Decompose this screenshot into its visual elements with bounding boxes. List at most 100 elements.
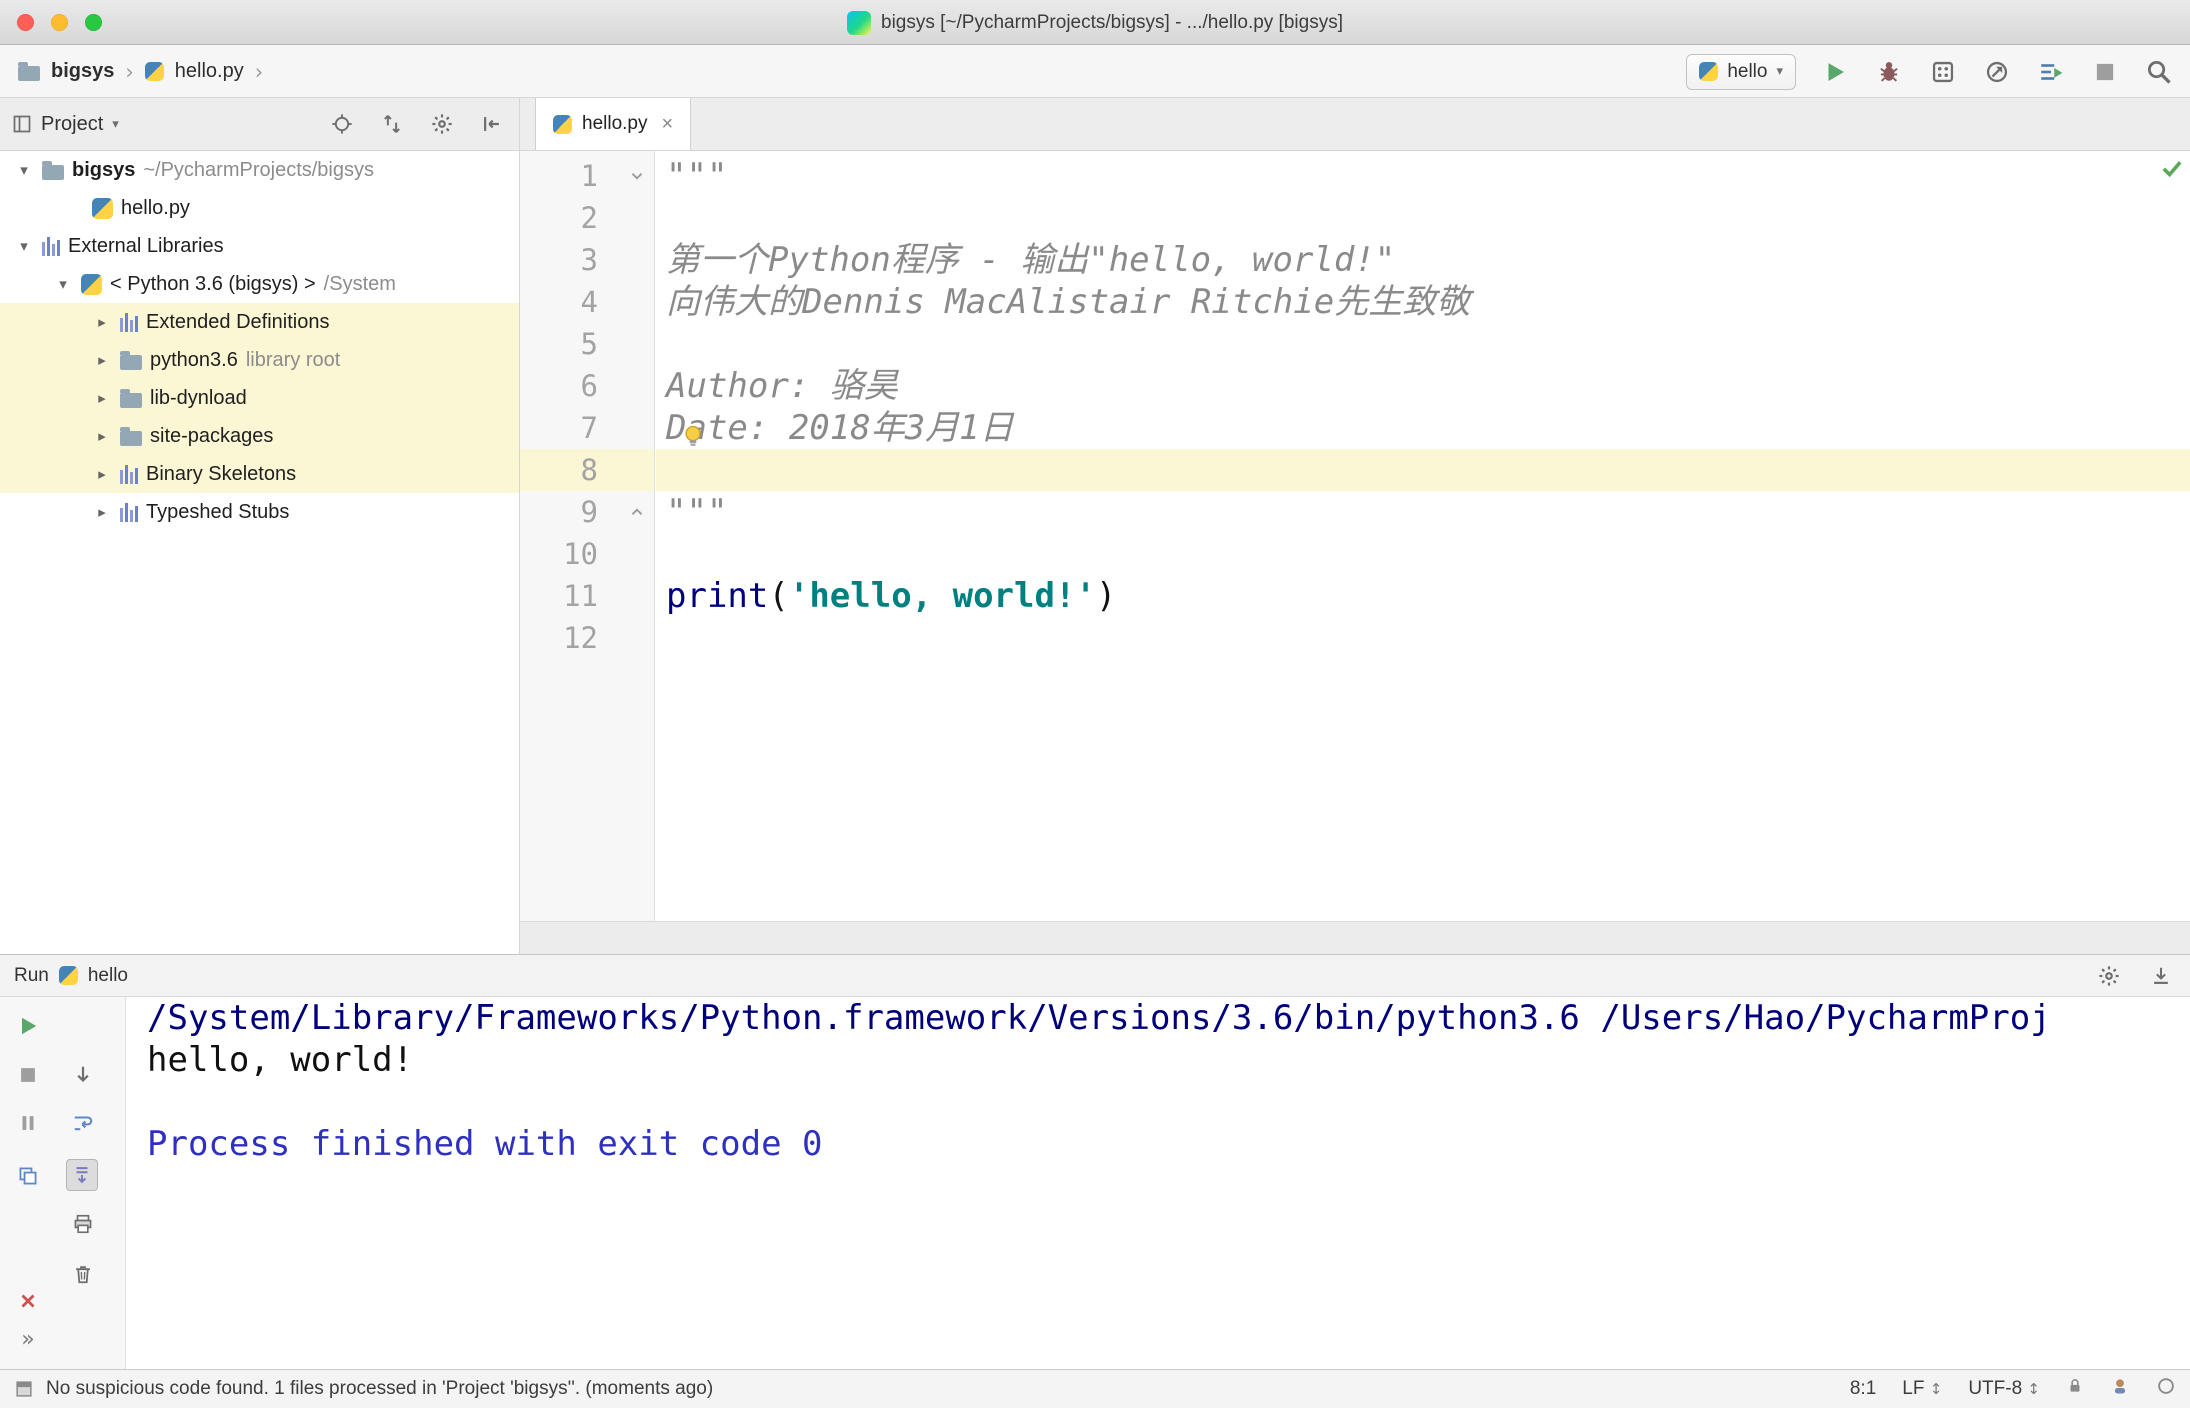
- inspections-ok-check-icon[interactable]: [2159, 155, 2185, 181]
- tree-item-python3-6[interactable]: ▸ python3.6 library root: [0, 341, 519, 379]
- concurrency-diagram-button[interactable]: [2036, 57, 2066, 87]
- coverage-button[interactable]: [1928, 57, 1958, 87]
- toolwindow-access-icon[interactable]: [14, 1379, 34, 1399]
- stop-button[interactable]: [2090, 57, 2120, 87]
- folder-icon: [120, 350, 142, 370]
- run-config-selector[interactable]: hello ▾: [1686, 53, 1796, 90]
- chevron-right-icon[interactable]: ▸: [92, 351, 112, 369]
- code-line[interactable]: [656, 449, 2190, 491]
- code-line[interactable]: """: [656, 155, 2190, 197]
- write-access-lock-icon[interactable]: [2066, 1377, 2084, 1401]
- soft-wrap-button[interactable]: [68, 1108, 98, 1138]
- line-number[interactable]: 8: [520, 449, 654, 491]
- fold-region-start-icon[interactable]: [628, 167, 646, 185]
- code-line[interactable]: [656, 533, 2190, 575]
- chevron-down-icon[interactable]: ▾: [53, 275, 73, 293]
- settings-gear-button[interactable]: [427, 109, 457, 139]
- code-line[interactable]: Date: 2018年3月1日: [656, 407, 2190, 449]
- navigation-bar: bigsys › hello.py › hello ▾: [0, 45, 2190, 98]
- chevron-right-icon[interactable]: ▸: [92, 389, 112, 407]
- tab-hello-py[interactable]: hello.py ×: [535, 98, 692, 150]
- profiler-button[interactable]: [1982, 57, 2012, 87]
- code-line[interactable]: """: [656, 491, 2190, 533]
- chevron-right-icon[interactable]: ▸: [92, 465, 112, 483]
- hide-panel-button[interactable]: [477, 109, 507, 139]
- tree-item-python-3-6-bigsys[interactable]: ▾ < Python 3.6 (bigsys) > /System: [0, 265, 519, 303]
- print-button[interactable]: [68, 1209, 98, 1239]
- chevron-down-icon[interactable]: ▾: [14, 161, 34, 179]
- chevron-right-icon[interactable]: ▸: [92, 313, 112, 331]
- line-number[interactable]: 3: [520, 239, 654, 281]
- tree-item-bigsys[interactable]: ▾ bigsys ~/PycharmProjects/bigsys: [0, 151, 519, 189]
- tree-item-site-packages[interactable]: ▸ site-packages: [0, 417, 519, 455]
- code-line[interactable]: [656, 197, 2190, 239]
- tree-item-binary-skeletons[interactable]: ▸ Binary Skeletons: [0, 455, 519, 493]
- breadcrumb-project[interactable]: bigsys: [51, 60, 114, 83]
- line-number[interactable]: 12: [520, 617, 654, 659]
- line-number[interactable]: 5: [520, 323, 654, 365]
- run-settings-gear-button[interactable]: [2094, 961, 2124, 991]
- chevron-down-icon[interactable]: ▾: [14, 237, 34, 255]
- expand-collapse-button[interactable]: [377, 109, 407, 139]
- code-line[interactable]: [656, 617, 2190, 659]
- intention-bulb-icon[interactable]: [680, 423, 706, 449]
- code-segment: 向伟大的Dennis MacAlistair Ritchie先生致敬: [666, 282, 1471, 322]
- editor[interactable]: 1 2 3 4 5 6 7 8 9 10 11 12 """ 第一个Python程序 - 输出"hel…: [520, 151, 2190, 921]
- breadcrumb-separator-icon: ›: [254, 59, 264, 84]
- line-number[interactable]: 2: [520, 197, 654, 239]
- fold-region-end-icon[interactable]: [628, 503, 646, 521]
- encoding-widget[interactable]: UTF-8 ↕: [1968, 1378, 2040, 1400]
- tree-item-extended-definitions[interactable]: ▸ Extended Definitions: [0, 303, 519, 341]
- pause-output-button[interactable]: [13, 1108, 43, 1138]
- library-icon: [42, 236, 60, 256]
- chevron-right-icon[interactable]: ▸: [92, 427, 112, 445]
- step-down-button[interactable]: [68, 1060, 98, 1090]
- line-number[interactable]: 7: [520, 407, 654, 449]
- line-separator-widget[interactable]: LF ↕: [1902, 1378, 1942, 1400]
- tree-item-external-libraries[interactable]: ▾ External Libraries: [0, 227, 519, 265]
- debug-button[interactable]: [1874, 57, 1904, 87]
- more-actions-chevron[interactable]: »: [13, 1324, 43, 1354]
- locate-file-button[interactable]: [327, 109, 357, 139]
- rerun-button[interactable]: [13, 1011, 43, 1041]
- line-number[interactable]: 4: [520, 281, 654, 323]
- code-line[interactable]: 第一个Python程序 - 输出"hello, world!": [656, 239, 2190, 281]
- console-output[interactable]: /System/Library/Frameworks/Python.framew…: [127, 997, 2190, 1369]
- main-toolbar: hello ▾: [1686, 45, 2174, 98]
- stop-console-button[interactable]: [13, 1060, 43, 1090]
- line-number[interactable]: 11: [520, 575, 654, 617]
- run-button[interactable]: [1820, 57, 1850, 87]
- project-tree: ▾ bigsys ~/PycharmProjects/bigsys hello.py ▾…: [0, 151, 519, 531]
- caret-position-widget[interactable]: 8:1: [1850, 1378, 1876, 1400]
- line-number[interactable]: 10: [520, 533, 654, 575]
- breadcrumb: bigsys › hello.py ›: [18, 45, 263, 98]
- folder-icon: [18, 62, 40, 81]
- chevron-right-icon[interactable]: ▸: [92, 503, 112, 521]
- tree-item-typeshed-stubs[interactable]: ▸ Typeshed Stubs: [0, 493, 519, 531]
- tree-item-hello-py[interactable]: hello.py: [0, 189, 519, 227]
- clear-all-button[interactable]: [68, 1259, 98, 1289]
- console-toolbar: »: [0, 997, 126, 1369]
- hide-run-panel-button[interactable]: [2146, 961, 2176, 991]
- event-log-icon[interactable]: [2156, 1376, 2176, 1402]
- project-panel-header[interactable]: Project ▾: [0, 98, 520, 151]
- tree-item-lib-dynload[interactable]: ▸ lib-dynload: [0, 379, 519, 417]
- code-line[interactable]: 向伟大的Dennis MacAlistair Ritchie先生致敬: [656, 281, 2190, 323]
- restore-layout-button[interactable]: [13, 1161, 43, 1191]
- editor-tabbar: hello.py ×: [520, 98, 2190, 151]
- hector-inspections-icon[interactable]: [2110, 1376, 2130, 1402]
- scroll-to-end-button[interactable]: [66, 1159, 98, 1191]
- project-header-actions: [327, 109, 507, 139]
- close-tab-icon[interactable]: ×: [662, 113, 674, 136]
- code-line[interactable]: Author: 骆昊: [656, 365, 2190, 407]
- code-line[interactable]: [656, 323, 2190, 365]
- chevron-down-icon: ▾: [1776, 64, 1783, 79]
- code-line[interactable]: print('hello, world!'): [656, 575, 2190, 617]
- line-number[interactable]: 6: [520, 365, 654, 407]
- search-everywhere-button[interactable]: [2144, 57, 2174, 87]
- breadcrumb-file[interactable]: hello.py: [175, 60, 244, 83]
- titlebar: bigsys [~/PycharmProjects/bigsys] - .../…: [0, 0, 2190, 45]
- close-console-button[interactable]: [13, 1286, 43, 1316]
- run-panel-header[interactable]: Run hello: [0, 954, 2190, 997]
- chevron-down-icon[interactable]: ▾: [112, 117, 119, 132]
